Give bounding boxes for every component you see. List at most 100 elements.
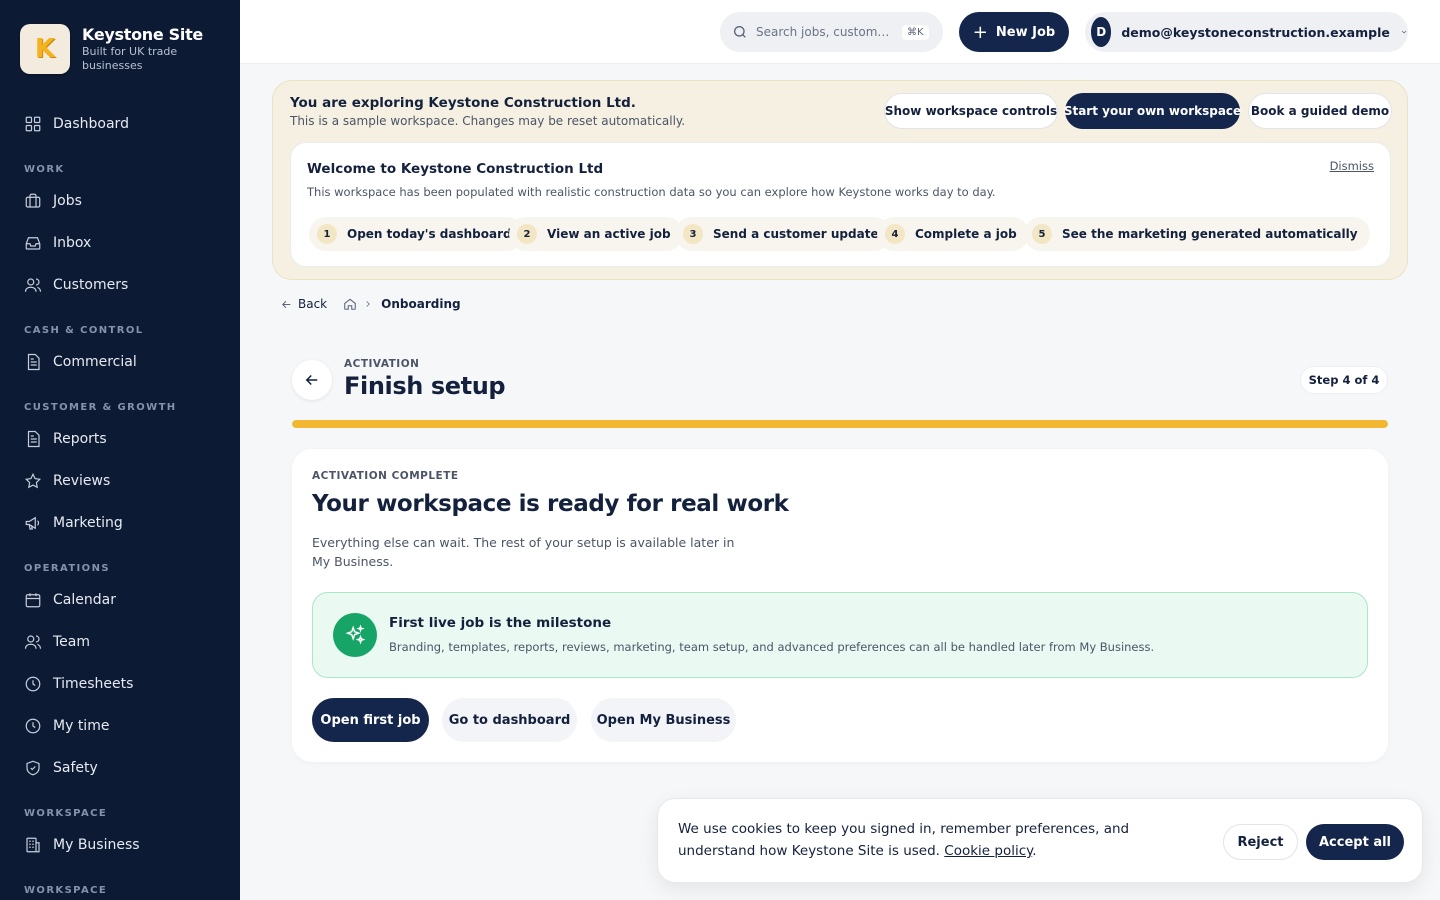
search-icon bbox=[734, 26, 746, 38]
back-button[interactable] bbox=[292, 360, 332, 400]
milestone-title: First live job is the milestone bbox=[389, 615, 612, 631]
logo-letter: K bbox=[34, 34, 56, 64]
cookie-policy-link[interactable]: Cookie policy bbox=[944, 843, 1032, 859]
activation-card: ACTIVATION COMPLETE Your workspace is re… bbox=[292, 449, 1388, 762]
sidebar-item-label: Team bbox=[53, 634, 91, 650]
sidebar-item-inbox[interactable]: Inbox bbox=[24, 231, 91, 255]
welcome-title: Welcome to Keystone Construction Ltd bbox=[307, 161, 604, 177]
dismiss-link[interactable]: Dismiss bbox=[1330, 159, 1374, 173]
step-label: Send a customer update bbox=[713, 227, 879, 241]
back-link[interactable]: Back bbox=[280, 297, 327, 311]
user-menu[interactable]: D demo@keystoneconstruction.example bbox=[1085, 12, 1408, 52]
sidebar-item-timesheets[interactable]: Timesheets bbox=[24, 672, 133, 696]
sidebar-item-my-business[interactable]: My Business bbox=[24, 833, 140, 857]
page-eyebrow: ACTIVATION bbox=[344, 358, 420, 370]
avatar: D bbox=[1091, 17, 1112, 47]
breadcrumb-current: Onboarding bbox=[381, 297, 461, 311]
tour-step-2[interactable]: 2 View an active job bbox=[509, 217, 683, 251]
clock-icon bbox=[25, 718, 41, 734]
banner-subtitle: This is a sample workspace. Changes may … bbox=[290, 114, 686, 128]
banner-title: You are exploring Keystone Construction … bbox=[290, 95, 636, 111]
card-eyebrow: ACTIVATION COMPLETE bbox=[312, 470, 459, 482]
sidebar-item-label: Reports bbox=[53, 431, 107, 447]
sidebar-item-jobs[interactable]: Jobs bbox=[24, 189, 82, 213]
show-workspace-controls-button[interactable]: Show workspace controls bbox=[884, 93, 1058, 129]
sidebar-item-label: Commercial bbox=[53, 354, 137, 370]
progress-bar bbox=[292, 420, 1388, 428]
megaphone-icon bbox=[25, 516, 40, 530]
open-first-job-button[interactable]: Open first job bbox=[312, 698, 429, 742]
inbox-icon bbox=[25, 237, 41, 250]
brand-text: Keystone Site Built for UK trade busines… bbox=[82, 25, 203, 73]
tour-step-4[interactable]: 4 Complete a job bbox=[877, 217, 1029, 251]
tour-step-3[interactable]: 3 Send a customer update bbox=[675, 217, 891, 251]
calendar-icon bbox=[25, 593, 41, 608]
sidebar: K Keystone Site Built for UK trade busin… bbox=[0, 0, 240, 900]
brand-name: Keystone Site bbox=[82, 25, 203, 44]
cookie-banner: We use cookies to keep you signed in, re… bbox=[657, 798, 1423, 883]
sidebar-item-commercial[interactable]: Commercial bbox=[24, 350, 137, 374]
sidebar-item-reports[interactable]: Reports bbox=[24, 427, 107, 451]
book-demo-button[interactable]: Book a guided demo bbox=[1248, 93, 1392, 129]
arrow-left-icon bbox=[305, 374, 318, 386]
sidebar-section-workspace: WORKSPACE bbox=[24, 808, 108, 819]
sidebar-section-operations: OPERATIONS bbox=[24, 563, 110, 574]
welcome-description: This workspace has been populated with r… bbox=[307, 185, 996, 199]
logo: K bbox=[20, 24, 70, 74]
new-job-button[interactable]: + New Job bbox=[959, 12, 1069, 52]
sidebar-section-work: WORK bbox=[24, 164, 65, 175]
new-job-label: New Job bbox=[995, 24, 1056, 40]
brand-tagline: Built for UK trade businesses bbox=[82, 45, 178, 72]
clock-icon bbox=[25, 676, 41, 692]
step-badge: Step 4 of 4 bbox=[1300, 366, 1388, 394]
sidebar-item-team[interactable]: Team bbox=[24, 630, 90, 654]
sidebar-item-my-time[interactable]: My time bbox=[24, 714, 109, 738]
star-icon bbox=[24, 472, 42, 489]
sidebar-item-calendar[interactable]: Calendar bbox=[24, 588, 116, 612]
team-icon bbox=[24, 635, 42, 649]
chevron-down-icon bbox=[1401, 30, 1407, 34]
grid-icon bbox=[25, 116, 41, 132]
cookie-period: . bbox=[1032, 843, 1037, 859]
home-icon[interactable] bbox=[343, 297, 357, 311]
building-icon bbox=[26, 837, 40, 853]
breadcrumb: Back Onboarding bbox=[280, 297, 461, 311]
sidebar-item-label: Marketing bbox=[53, 515, 123, 531]
page-title: Finish setup bbox=[344, 372, 506, 400]
sidebar-item-marketing[interactable]: Marketing bbox=[24, 511, 123, 535]
milestone-callout: First live job is the milestone Branding… bbox=[312, 592, 1368, 678]
sidebar-item-customers[interactable]: Customers bbox=[24, 273, 128, 297]
step-number: 5 bbox=[1032, 224, 1052, 244]
sidebar-item-label: Inbox bbox=[53, 235, 92, 251]
brand[interactable]: K Keystone Site Built for UK trade busin… bbox=[20, 24, 203, 74]
step-label: Open today's dashboard bbox=[347, 227, 512, 241]
search-placeholder: Search jobs, customers... bbox=[756, 25, 894, 39]
report-icon bbox=[27, 430, 40, 448]
open-my-business-button[interactable]: Open My Business bbox=[591, 698, 736, 742]
go-to-dashboard-button[interactable]: Go to dashboard bbox=[442, 698, 577, 742]
reject-cookies-button[interactable]: Reject bbox=[1223, 824, 1298, 860]
cookie-text: We use cookies to keep you signed in, re… bbox=[678, 818, 1208, 862]
sidebar-item-label: Safety bbox=[53, 760, 98, 776]
users-icon bbox=[24, 278, 42, 292]
step-label: View an active job bbox=[547, 227, 671, 241]
sidebar-item-reviews[interactable]: Reviews bbox=[24, 469, 110, 493]
sidebar-item-label: Dashboard bbox=[53, 116, 129, 132]
back-label: Back bbox=[298, 297, 328, 311]
sidebar-item-label: Timesheets bbox=[53, 676, 134, 692]
search-input[interactable]: Search jobs, customers... ⌘K bbox=[720, 12, 943, 52]
sidebar-item-safety[interactable]: Safety bbox=[24, 756, 98, 780]
step-label: See the marketing generated automaticall… bbox=[1062, 227, 1358, 241]
cookie-message: We use cookies to keep you signed in, re… bbox=[678, 821, 1130, 859]
tour-step-1[interactable]: 1 Open today's dashboard bbox=[309, 217, 524, 251]
step-number: 3 bbox=[683, 224, 703, 244]
start-own-workspace-button[interactable]: Start your own workspace bbox=[1064, 93, 1241, 129]
accept-cookies-button[interactable]: Accept all bbox=[1306, 824, 1404, 860]
progress-fill bbox=[292, 420, 1388, 428]
step-number: 1 bbox=[317, 224, 337, 244]
plus-icon: + bbox=[972, 21, 988, 43]
tour-step-5[interactable]: 5 See the marketing generated automatica… bbox=[1024, 217, 1370, 251]
sidebar-item-dashboard[interactable]: Dashboard bbox=[24, 112, 129, 136]
welcome-panel: Welcome to Keystone Construction Ltd Thi… bbox=[290, 142, 1391, 267]
sidebar-section-workspace: WORKSPACE bbox=[24, 885, 108, 896]
